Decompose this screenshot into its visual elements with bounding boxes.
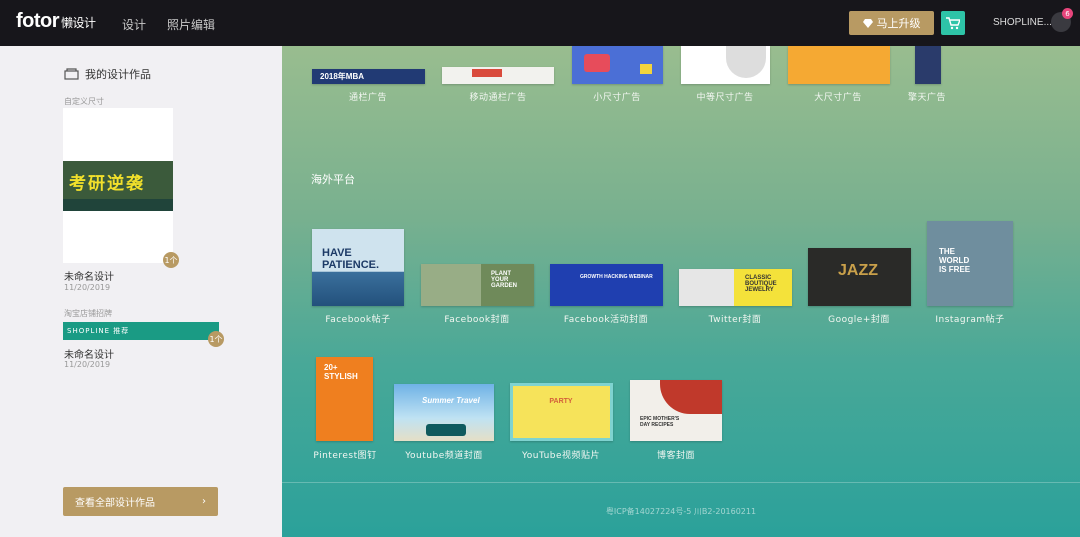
thumb-text: 2018年MBA [320, 72, 365, 81]
nav-design[interactable]: 设计 [122, 16, 146, 33]
thumb-text: EPIC MOTHER'S DAY RECIPES [640, 416, 680, 428]
section-title-overseas: 海外平台 [311, 173, 355, 186]
template-thumb[interactable] [572, 46, 663, 84]
thumb-text: CLASSIC BOUTIQUE JEWELRY [745, 275, 777, 293]
notification-badge: 6 [1062, 8, 1073, 19]
template-thumb[interactable]: EPIC MOTHER'S DAY RECIPES [630, 380, 722, 441]
design-thumbnail: 考研逆袭 [63, 161, 173, 211]
template-thumb[interactable] [915, 46, 941, 84]
thumbnail-stripe [63, 199, 173, 211]
logo-text: fotor [16, 10, 60, 32]
design-date: 11/20/2019 [64, 360, 111, 369]
thumb-text: JAZZ [838, 262, 878, 279]
template-thumb[interactable]: JAZZ [808, 248, 911, 306]
icp-license: 粤ICP备14027224号-5 川B2-20160211 [605, 507, 757, 516]
template-thumb[interactable]: 20+ STYLISH [316, 357, 373, 441]
thumb-text: Summer Travel [422, 396, 480, 405]
template-thumb[interactable] [681, 46, 770, 84]
upgrade-button[interactable]: 马上升级 [849, 11, 934, 35]
chevron-right-icon: › [202, 496, 206, 507]
template-label[interactable]: Youtube频道封面 [389, 448, 499, 461]
design-card[interactable]: 考研逆袭 [63, 108, 173, 263]
template-label[interactable]: 博客封面 [621, 448, 731, 461]
section-custom-size: 自定义尺寸 [64, 97, 104, 106]
thumb-text: PLANT YOUR GARDEN [491, 271, 518, 289]
sidebar: 我的设计作品 自定义尺寸 考研逆袭 1个 未命名设计 11/20/2019 淘宝… [0, 46, 282, 537]
template-thumb[interactable] [788, 46, 890, 84]
template-label[interactable]: Facebook封面 [422, 312, 532, 325]
top-bar: fotor 懒设计 设计 照片编辑 马上升级 SHOPLINE... 6 [0, 0, 1080, 46]
template-label[interactable]: 移动通栏广告 [443, 90, 553, 103]
template-thumb[interactable]: PLANT YOUR GARDEN [421, 264, 534, 306]
template-label[interactable]: Instagram帖子 [915, 312, 1025, 325]
template-label[interactable]: Pinterest图钉 [290, 448, 400, 461]
fotor-logo[interactable]: fotor 懒设计 [16, 10, 96, 33]
template-label[interactable]: 擎天广告 [872, 90, 982, 103]
template-thumb[interactable]: GROWTH HACKING WEBINAR [550, 264, 663, 306]
folder-icon [64, 68, 79, 80]
template-label[interactable]: Google+封面 [804, 312, 914, 325]
template-thumb[interactable]: HAVE PATIENCE. [312, 229, 404, 306]
thumbnail-text: SHOPLINE 推荐 [67, 327, 130, 335]
cart-icon [946, 16, 960, 29]
template-label[interactable]: Facebook帖子 [303, 312, 413, 325]
thumb-text: 20+ STYLISH [324, 363, 358, 381]
template-label[interactable]: 小尺寸广告 [562, 90, 672, 103]
design-count-badge: 1个 [208, 331, 224, 347]
template-thumb[interactable]: Summer Travel [394, 384, 494, 441]
template-label[interactable]: Twitter封面 [680, 312, 790, 325]
thumb-text: HAVE PATIENCE. [322, 247, 380, 271]
template-thumb[interactable]: CLASSIC BOUTIQUE JEWELRY [679, 269, 792, 306]
upgrade-label: 马上升级 [876, 17, 921, 30]
template-thumb[interactable]: THE WORLD IS FREE [927, 221, 1013, 306]
username[interactable]: SHOPLINE... [993, 17, 1052, 28]
my-designs-title: 我的设计作品 [64, 66, 151, 82]
thumb-text: GROWTH HACKING WEBINAR [580, 274, 653, 280]
template-thumb[interactable]: 2018年MBA [312, 69, 425, 84]
design-card[interactable]: SHOPLINE 推荐 [63, 322, 219, 340]
diamond-icon [862, 18, 873, 28]
cart-button[interactable] [941, 11, 965, 35]
design-name[interactable]: 未命名设计 [64, 268, 114, 283]
view-all-designs-button[interactable]: 查看全部设计作品 › [63, 487, 218, 516]
thumbnail-text: 考研逆袭 [69, 174, 145, 194]
template-label[interactable]: 中等尺寸广告 [670, 90, 780, 103]
footer-divider [282, 482, 1080, 483]
template-label[interactable]: YouTube视频贴片 [506, 448, 616, 461]
logo-sub: 懒设计 [61, 16, 96, 30]
template-thumb[interactable] [442, 67, 554, 84]
template-label[interactable]: Facebook活动封面 [551, 312, 661, 325]
design-count-badge: 1个 [163, 252, 179, 268]
design-name[interactable]: 未命名设计 [64, 346, 114, 361]
thumb-text: THE WORLD IS FREE [939, 247, 971, 274]
view-all-label: 查看全部设计作品 [75, 498, 155, 509]
my-designs-label: 我的设计作品 [85, 68, 151, 81]
template-thumb[interactable]: PARTY [510, 383, 613, 441]
thumb-text: PARTY [549, 398, 573, 405]
main-content[interactable]: 2018年MBA 通栏广告 移动通栏广告 小尺寸广告 中等尺寸广告 大尺寸广告 … [282, 46, 1080, 537]
template-label[interactable]: 通栏广告 [313, 90, 423, 103]
design-date: 11/20/2019 [64, 283, 111, 292]
nav-photo-edit[interactable]: 照片编辑 [167, 16, 215, 33]
section-taobao-banner: 淘宝店铺招牌 [64, 309, 112, 318]
